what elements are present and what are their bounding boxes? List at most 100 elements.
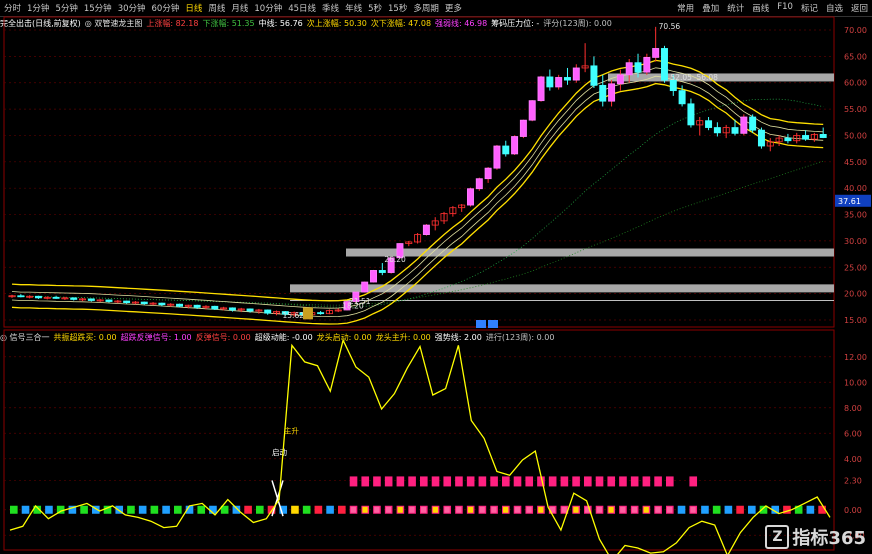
bottom-marker-2 (488, 320, 498, 328)
annotation-high: 70.56 (659, 22, 681, 31)
sub-axis-label: 12.00 (844, 353, 867, 362)
signal-bar (724, 505, 733, 514)
candle-body (572, 67, 580, 81)
logo-icon: Z (765, 525, 790, 549)
signal-bar-upper (396, 476, 405, 487)
signal-bar-inner (362, 506, 368, 513)
sub-axis-label: 0.00 (844, 506, 862, 515)
signal-bar (326, 505, 334, 514)
candle-body (378, 270, 386, 273)
signal-bar-inner (643, 506, 649, 513)
signal-bar-upper (666, 476, 674, 487)
signal-bar-inner (409, 506, 415, 513)
main-axis-label: 30.00 (844, 237, 867, 246)
main-axis-label: 55.00 (844, 105, 867, 114)
resistance-band-1 (346, 248, 834, 257)
signal-bar-upper (466, 476, 475, 487)
signal-bar-inner (514, 506, 520, 513)
candle-body (687, 103, 695, 126)
signal-bar-upper (443, 476, 452, 487)
current-price-text: 37.61 (838, 197, 861, 206)
signal-bar-inner (444, 506, 450, 513)
signal-label-rise: 主升 (284, 425, 299, 435)
signal-bar-upper (572, 476, 580, 487)
signal-bar-inner (491, 506, 497, 513)
signal-bar-upper (373, 476, 381, 487)
signal-bar-inner (667, 506, 673, 513)
candle-body (563, 77, 571, 81)
main-axis-label: 65.00 (844, 52, 867, 61)
candle-body (34, 295, 42, 299)
signal-bar (806, 505, 815, 514)
candle-body (608, 83, 616, 102)
annotation-a2: 26.20 (384, 255, 406, 264)
candle-body (493, 145, 501, 169)
signal-bar-upper (502, 476, 510, 487)
main-axis-label: 40.00 (844, 184, 867, 193)
signal-bar-inner (350, 506, 356, 513)
signal-bar-inner (467, 506, 474, 513)
candle-body (158, 302, 166, 306)
signal-bar-inner (432, 506, 438, 513)
buy-marker (302, 307, 313, 320)
candle-body (757, 129, 765, 147)
candle-body (528, 100, 536, 121)
candle-body (211, 305, 219, 310)
candle-body (652, 48, 660, 58)
signal-bar-upper (490, 476, 498, 487)
signal-bar-upper (431, 476, 440, 487)
signal-bar-inner (397, 506, 403, 513)
candle-body (660, 48, 668, 81)
signal-bar (174, 505, 182, 514)
signal-bar-inner (421, 506, 427, 513)
signal-bar (256, 505, 264, 514)
candle-body (784, 137, 792, 142)
candle-body (740, 116, 748, 134)
signal-bar (701, 505, 709, 514)
main-axis-label: 35.00 (844, 211, 867, 220)
candle-body (502, 145, 510, 155)
candle-body (475, 178, 483, 190)
chart-area[interactable]: 70.00 65.00 60.00 55.00 50.00 45.00 40.00 35.00… (0, 0, 872, 554)
bottom-marker-1 (476, 320, 486, 328)
signal-bar (244, 505, 252, 514)
candle-body (625, 62, 633, 76)
annotation-mid2: 56.08 (696, 73, 718, 82)
signal-bar-upper (654, 476, 662, 487)
candle-body (802, 135, 810, 140)
signal-bar-inner (620, 506, 626, 513)
signal-bar (232, 505, 241, 514)
candle-body (616, 74, 624, 85)
signal-bar-inner (479, 506, 485, 513)
candle-body (643, 57, 651, 73)
candle-body (193, 304, 201, 308)
candle-body (705, 120, 713, 128)
signal-bar-upper (689, 476, 698, 487)
band-inner-lower (11, 75, 824, 318)
signal-bar (197, 505, 206, 514)
candle-body (519, 119, 527, 137)
candle-body (264, 309, 272, 314)
signal-bar-inner (503, 506, 509, 513)
signal-bar-inner (596, 506, 602, 513)
candle-body (52, 296, 60, 299)
signal-bar (80, 505, 88, 514)
candle-body (228, 307, 236, 311)
candle-body (87, 298, 95, 301)
signal-bar-upper (478, 476, 487, 487)
signal-bar-inner (655, 506, 661, 513)
signal-bar (150, 505, 159, 514)
candle-body (484, 167, 492, 180)
signal-bar-upper (642, 476, 651, 487)
sub-indicator-line (9, 338, 831, 554)
signal-bar-upper (584, 476, 592, 487)
annotation-low: 15.62 (283, 311, 305, 320)
candle-body (819, 133, 827, 138)
signal-bar-inner (690, 506, 696, 513)
signal-bar-upper (525, 476, 534, 487)
candle-body (17, 295, 25, 298)
candle-body (123, 300, 131, 304)
sub-axis-label: 10.00 (844, 378, 867, 387)
candle-body (590, 65, 598, 86)
main-axis-label: 25.00 (844, 263, 867, 272)
